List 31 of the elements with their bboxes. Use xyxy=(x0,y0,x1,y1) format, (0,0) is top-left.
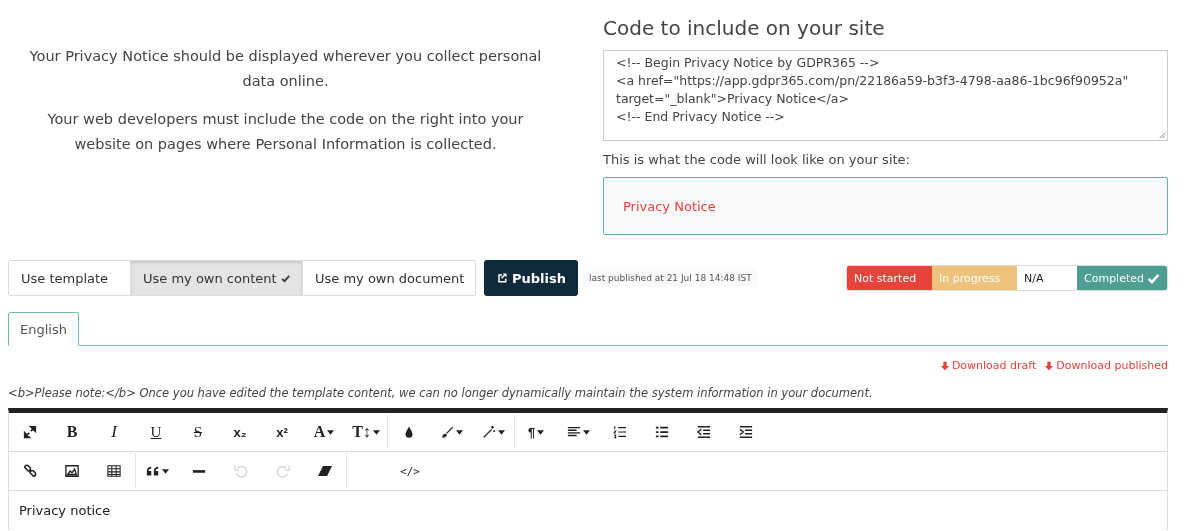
format-button[interactable]: S xyxy=(177,415,219,449)
format-button[interactable]: </> xyxy=(389,454,431,488)
format-button[interactable]: x² xyxy=(261,415,303,449)
last-published-text: last published at 21 Jul 18 14:48 IST xyxy=(584,269,757,287)
format-button[interactable]: T↕ xyxy=(345,415,387,449)
intro-text: Your Privacy Notice should be displayed wherever you collect personal data online. xyxy=(28,47,543,91)
format-button[interactable]: I xyxy=(93,415,135,449)
content-source-option[interactable]: Use template xyxy=(9,261,131,295)
preview-caption: This is what the code will look like on your site: xyxy=(603,152,911,167)
download-link[interactable]: Download published xyxy=(1044,359,1168,372)
download-arrow-icon xyxy=(939,360,950,371)
check-icon xyxy=(1147,271,1160,285)
format-button[interactable]: ¶ xyxy=(515,415,557,449)
content-source-option[interactable]: Use my own content xyxy=(131,261,303,295)
format-button[interactable]: x₂ xyxy=(219,415,261,449)
editor-text: Privacy notice xyxy=(18,502,112,520)
format-button[interactable]: A xyxy=(303,415,345,449)
download-arrow-icon xyxy=(1044,360,1055,371)
format-button[interactable]: B xyxy=(51,415,93,449)
publish-button[interactable]: Publish xyxy=(484,260,578,296)
format-button[interactable]: U xyxy=(135,415,177,449)
resize-grip-icon[interactable] xyxy=(1157,130,1166,139)
intro-text: Your web developers must include the code on the right into your website on pages where Personal Information is collected. xyxy=(46,110,525,154)
code-field[interactable]: <!-- Begin Privacy Notice by GDPR365 --> <a href="https://app.gdpr365.com/pn/22186a59-b3f3-4798-aa86-1bc96f90952a" target="_blank">Privacy Notice</a> <!-- End Privacy Notice --> xyxy=(603,50,1168,141)
status-option[interactable]: Not started xyxy=(847,266,932,290)
note-text: <b>Please note:</b> Once you have edited the template content, we can no longer dynamically maintain the system information in your document. xyxy=(8,386,874,400)
language-tab[interactable]: English xyxy=(8,312,79,346)
share-icon xyxy=(496,272,508,284)
download-link[interactable]: Download draft xyxy=(939,359,1037,372)
privacy-notice-link[interactable]: Privacy Notice xyxy=(623,198,716,214)
section-title: Code to include on your site xyxy=(603,15,886,42)
